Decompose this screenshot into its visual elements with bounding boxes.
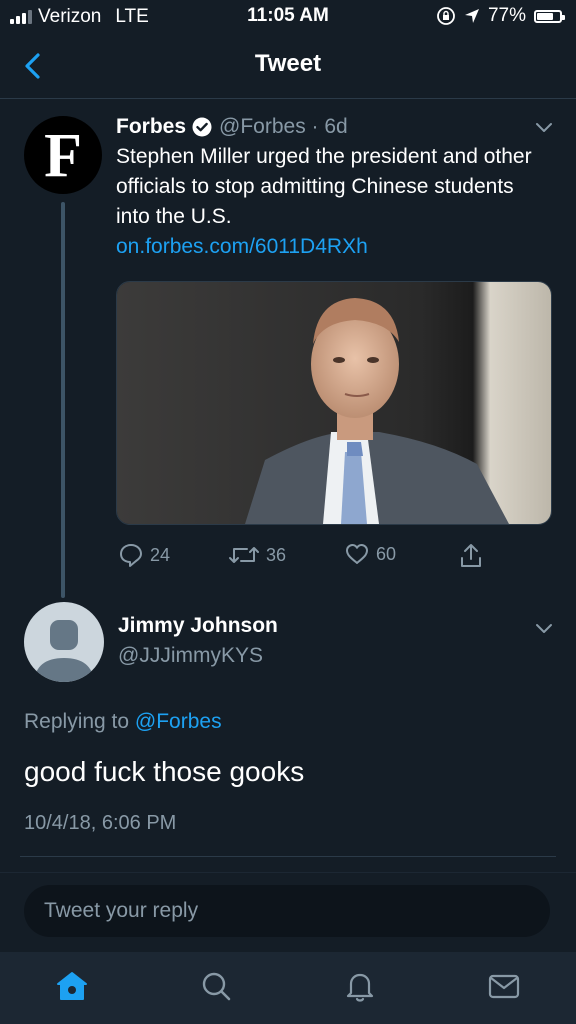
thread-line — [61, 202, 65, 598]
tweet-image[interactable] — [116, 281, 552, 525]
nav-bar: Tweet — [0, 34, 576, 99]
like-count: 60 — [376, 543, 397, 564]
retweet-icon — [229, 547, 259, 563]
status-bar: Verizon LTE 11:05 AM 77% — [0, 0, 576, 34]
search-icon[interactable] — [198, 968, 234, 1004]
retweet-action[interactable]: 36 — [228, 542, 286, 568]
location-arrow-icon — [464, 9, 479, 23]
retweet-count: 36 — [266, 544, 287, 565]
replying-to: Replying to @Forbes — [24, 710, 222, 734]
tweet-text: Stephen Miller urged the president and o… — [116, 145, 532, 228]
reply-author-avatar[interactable] — [24, 602, 104, 682]
battery-percent: 77% — [487, 5, 526, 26]
share-icon — [461, 544, 481, 567]
reply-author-name[interactable]: Jimmy Johnson — [118, 614, 278, 638]
original-tweet: Forbes @Forbes · 6d Stephen Miller urged… — [116, 112, 552, 262]
divider — [20, 856, 556, 857]
reply-text: good fuck those gooks — [24, 756, 305, 787]
replying-label: Replying to — [24, 710, 130, 733]
reply-header: Jimmy Johnson @JJJimmyKYS — [118, 614, 278, 668]
reply-author-handle: @JJJimmyKYS — [118, 644, 263, 667]
page-title: Tweet — [254, 50, 322, 77]
orientation-lock-icon — [437, 7, 455, 25]
replying-handle-link[interactable]: @Forbes — [135, 710, 222, 733]
author-handle-time: @Forbes · 6d — [219, 115, 348, 138]
tweet-actions: 24 36 60 — [116, 542, 552, 572]
tab-bar — [0, 952, 576, 1024]
tweet-link[interactable]: on.forbes.com/6011D4RXh — [116, 232, 552, 262]
like-action[interactable]: 60 — [344, 542, 396, 566]
avatar-letter: F — [44, 122, 82, 190]
reply-action[interactable]: 24 — [118, 542, 170, 568]
reply-composer — [0, 872, 576, 953]
verified-badge-icon — [192, 117, 212, 137]
default-avatar-icon — [34, 620, 94, 682]
messages-icon[interactable] — [486, 968, 522, 1004]
author-name[interactable]: Forbes — [116, 115, 186, 139]
reply-icon — [120, 544, 142, 567]
chevron-down-icon[interactable] — [534, 121, 554, 135]
photo-of-person — [117, 282, 551, 524]
author-avatar[interactable]: F — [24, 116, 102, 194]
reply-input[interactable] — [24, 885, 550, 937]
home-icon[interactable] — [54, 968, 90, 1004]
battery-icon — [534, 9, 565, 23]
chevron-down-icon[interactable] — [534, 622, 554, 636]
status-right: 77% — [436, 5, 565, 27]
reply-timestamp: 10/4/18, 6:06 PM — [24, 812, 177, 834]
tweet-header: Forbes @Forbes · 6d — [116, 112, 552, 142]
share-action[interactable] — [458, 542, 484, 570]
reply-count: 24 — [150, 544, 171, 565]
notifications-icon[interactable] — [342, 968, 378, 1004]
like-icon — [346, 544, 368, 564]
